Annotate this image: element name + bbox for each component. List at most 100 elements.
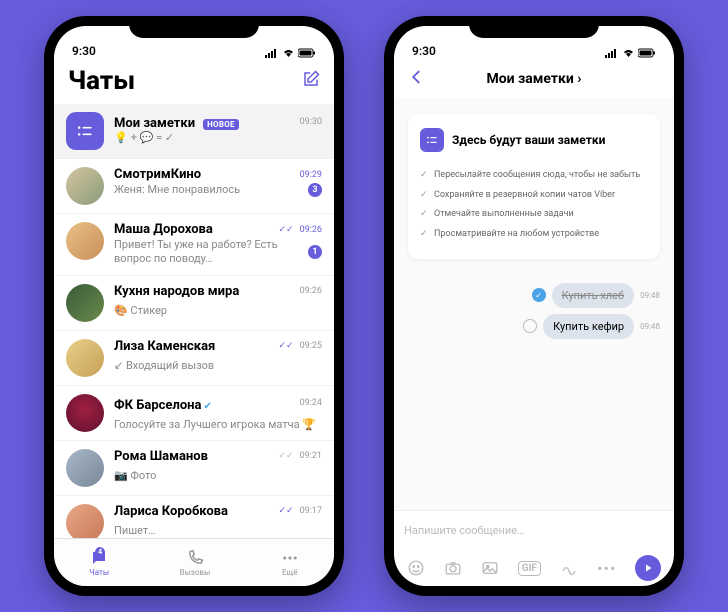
gif-icon[interactable]: GIF [518, 561, 541, 576]
messages: ✓ Купить хлеб 09:48 Купить кефир 09:48 [408, 283, 660, 339]
page-title: Чаты [68, 66, 135, 96]
avatar [66, 339, 104, 377]
phone-notes: 9:30 Мои заметки › Здесь будут ваши заме… [384, 16, 684, 596]
message-bubble: Купить хлеб [552, 283, 634, 308]
nav-label: Чаты [89, 568, 109, 577]
chat-name: Лариса Коробкова [114, 504, 228, 519]
notes-icon [420, 128, 444, 152]
chat-time: 09:24 [300, 398, 322, 408]
chat-name: Мои заметки [114, 116, 195, 131]
chat-preview: 📷 Фото [114, 469, 156, 482]
status-time: 9:30 [72, 44, 96, 58]
screen-title[interactable]: Мои заметки › [486, 71, 581, 87]
chat-time: 09:26 [300, 286, 322, 296]
avatar [66, 449, 104, 487]
avatar [66, 394, 104, 432]
screen-chats: 9:30 Чаты Мои заметки [54, 26, 334, 586]
status-time: 9:30 [412, 44, 436, 58]
chat-preview: Женя: Мне понравилось [114, 183, 240, 197]
wifi-icon [282, 48, 295, 58]
message-row[interactable]: Купить кефир 09:48 [523, 314, 660, 339]
chat-time: 09:17 [300, 506, 322, 516]
chat-row[interactable]: СмотримКино 09:29 Женя: Мне понравилось … [54, 159, 334, 214]
read-ticks-icon: ✓✓ [278, 341, 293, 351]
info-item: Пересылайте сообщения сюда, чтобы не заб… [420, 166, 646, 186]
notch [129, 16, 259, 38]
chat-preview: Привет! Ты уже на работе? Есть вопрос по… [114, 238, 304, 267]
message-input[interactable]: Напишите сообщение… [404, 524, 664, 537]
avatar [66, 504, 104, 538]
doodle-icon[interactable] [560, 559, 578, 577]
chat-row[interactable]: Лиза Каменская ✓✓09:25 ↙ Входящий вызов [54, 331, 334, 386]
nav-badge: 4 [95, 547, 105, 557]
chat-list: Мои заметки НОВОЕ 09:30 💡 + 💬 = ✓ Смотри… [54, 104, 334, 538]
chat-time: 09:25 [300, 341, 322, 351]
chat-name: Кухня народов мира [114, 284, 239, 299]
chat-name: ФК Барселона [114, 398, 201, 413]
chat-row[interactable]: Маша Дорохова ✓✓09:26 Привет! Ты уже на … [54, 214, 334, 276]
chat-preview: 🎨 Стикер [114, 304, 167, 317]
message-time: 09:48 [640, 322, 660, 331]
chat-row[interactable]: Рома Шаманов ✓✓ 09:21 📷 Фото [54, 441, 334, 496]
phone-icon [186, 549, 204, 567]
avatar [66, 222, 104, 260]
nav-more[interactable]: Ещё [281, 549, 299, 577]
chat-row[interactable]: Лариса Коробкова ✓✓ 09:17 Пишет… [54, 496, 334, 538]
composer-toolbar: GIF ••• [394, 550, 674, 586]
verified-icon: ✔ [203, 401, 211, 412]
chat-preview: Голосуйте за Лучшего игрока матча 🏆 [114, 418, 316, 431]
compose-icon[interactable] [302, 70, 320, 92]
message-bubble: Купить кефир [543, 314, 634, 339]
task-check-done-icon[interactable]: ✓ [532, 288, 546, 302]
notes-avatar-icon [66, 112, 104, 150]
message-row[interactable]: ✓ Купить хлеб 09:48 [532, 283, 660, 308]
screen-notes: 9:30 Мои заметки › Здесь будут ваши заме… [394, 26, 674, 586]
read-ticks-icon: ✓✓ [278, 225, 293, 235]
avatar [66, 167, 104, 205]
notch [469, 16, 599, 38]
back-button[interactable] [408, 68, 426, 90]
sticker-icon[interactable] [407, 559, 425, 577]
new-badge: НОВОЕ [203, 119, 239, 130]
chat-name: Рома Шаманов [114, 449, 208, 464]
signal-icon [265, 48, 279, 58]
battery-icon [298, 48, 316, 58]
read-ticks-icon: ✓✓ [278, 451, 293, 461]
status-icons [265, 48, 316, 58]
chat-row[interactable]: Кухня народов мира 09:26 🎨 Стикер [54, 276, 334, 331]
chat-time: 09:30 [300, 117, 322, 127]
unread-badge: 3 [308, 183, 322, 197]
signal-icon [605, 48, 619, 58]
header: Мои заметки › [394, 60, 674, 98]
battery-icon [638, 48, 656, 58]
read-ticks-icon: ✓✓ [278, 506, 293, 516]
wifi-icon [622, 48, 635, 58]
notes-formula: 💡 + 💬 = ✓ [114, 131, 322, 144]
chat-row[interactable]: ФК Барселона✔ 09:24 Голосуйте за Лучшего… [54, 386, 334, 441]
chat-preview: Пишет… [114, 524, 156, 537]
composer: Напишите сообщение… [394, 510, 674, 550]
chat-time: 09:21 [300, 451, 322, 461]
bottom-nav: 4 Чаты Вызовы Ещё [54, 538, 334, 586]
nav-calls[interactable]: Вызовы [180, 549, 211, 577]
message-time: 09:48 [640, 291, 660, 300]
chat-row-my-notes[interactable]: Мои заметки НОВОЕ 09:30 💡 + 💬 = ✓ [54, 104, 334, 159]
more-icon[interactable]: ••• [597, 559, 616, 578]
chat-time: 09:29 [300, 170, 322, 180]
send-button[interactable] [635, 555, 661, 581]
avatar [66, 284, 104, 322]
gallery-icon[interactable] [481, 559, 499, 577]
chat-preview: ↙ Входящий вызов [114, 359, 214, 372]
info-item: Сохраняйте в резервной копии чатов Viber [420, 186, 646, 206]
info-card: Здесь будут ваши заметки Пересылайте соо… [408, 114, 660, 259]
phone-chats: 9:30 Чаты Мои заметки [44, 16, 344, 596]
status-icons [605, 48, 656, 58]
task-check-pending-icon[interactable] [523, 319, 537, 333]
info-list: Пересылайте сообщения сюда, чтобы не заб… [420, 166, 646, 245]
info-item: Отмечайте выполненные задачи [420, 205, 646, 225]
nav-chats[interactable]: 4 Чаты [89, 549, 109, 577]
chat-name: СмотримКино [114, 167, 201, 182]
chat-name: Маша Дорохова [114, 222, 213, 237]
info-title: Здесь будут ваши заметки [452, 133, 605, 147]
camera-icon[interactable] [444, 559, 462, 577]
